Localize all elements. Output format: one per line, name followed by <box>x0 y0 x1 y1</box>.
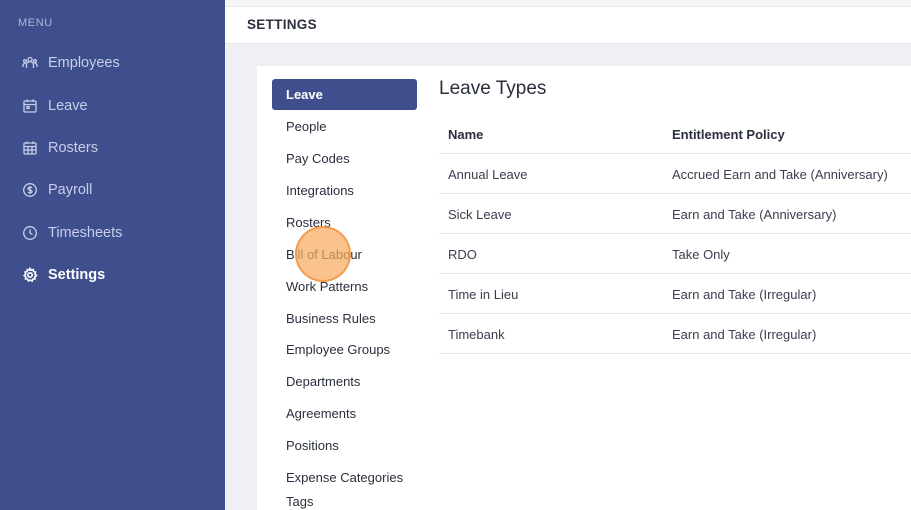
calendar-grid-icon <box>22 140 38 156</box>
leave-type-name: Sick Leave <box>448 206 512 222</box>
page-header: SETTINGS <box>225 0 911 44</box>
table-row[interactable]: Time in Lieu Earn and Take (Irregular) <box>439 274 911 314</box>
sidebar-item-rosters[interactable]: Rosters <box>0 132 225 164</box>
sidebar-item-label: Employees <box>48 55 120 71</box>
sidebar-item-label: Rosters <box>48 140 98 156</box>
settings-nav-pay-codes[interactable]: Pay Codes <box>272 143 417 174</box>
settings-nav-integrations[interactable]: Integrations <box>272 175 417 206</box>
settings-nav-positions[interactable]: Positions <box>272 430 417 461</box>
table-row[interactable]: Sick Leave Earn and Take (Anniversary) <box>439 194 911 234</box>
clock-icon <box>22 225 38 241</box>
table-row[interactable]: Timebank Earn and Take (Irregular) <box>439 314 911 354</box>
sidebar: MENU Employees Leave Rosters Payroll Tim… <box>0 0 225 510</box>
leave-type-name: Time in Lieu <box>448 286 519 302</box>
menu-label: MENU <box>18 17 53 29</box>
leave-type-name: Annual Leave <box>448 166 528 182</box>
users-icon <box>22 55 38 71</box>
page-title: SETTINGS <box>247 17 317 32</box>
leave-type-name: RDO <box>448 246 477 262</box>
table-header-row: Name Entitlement Policy <box>439 114 911 154</box>
entitlement-policy: Earn and Take (Irregular) <box>672 326 817 342</box>
table-row[interactable]: Annual Leave Accrued Earn and Take (Anni… <box>439 154 911 194</box>
settings-nav-departments[interactable]: Departments <box>272 366 417 397</box>
leave-types-table: Name Entitlement Policy Annual Leave Acc… <box>439 114 911 354</box>
sidebar-item-label: Payroll <box>48 182 93 198</box>
sidebar-item-label: Settings <box>48 267 106 283</box>
settings-nav-agreements[interactable]: Agreements <box>272 398 417 429</box>
sidebar-item-payroll[interactable]: Payroll <box>0 174 225 206</box>
settings-nav-rosters[interactable]: Rosters <box>272 207 417 238</box>
settings-nav-employee-groups[interactable]: Employee Groups <box>272 334 417 365</box>
app-root: MENU Employees Leave Rosters Payroll Tim… <box>0 0 911 510</box>
entitlement-policy: Earn and Take (Anniversary) <box>672 206 837 222</box>
settings-nav-expense-categories[interactable]: Expense Categories <box>272 462 417 493</box>
sidebar-item-label: Timesheets <box>48 225 123 241</box>
sidebar-item-label: Leave <box>48 98 88 114</box>
table-row[interactable]: RDO Take Only <box>439 234 911 274</box>
settings-nav-tags[interactable]: Tags <box>272 494 417 510</box>
section-title: Leave Types <box>439 78 547 99</box>
dollar-icon <box>22 182 38 198</box>
sidebar-item-employees[interactable]: Employees <box>0 47 225 79</box>
sidebar-item-leave[interactable]: Leave <box>0 90 225 122</box>
settings-nav-business-rules[interactable]: Business Rules <box>272 303 417 334</box>
entitlement-policy: Earn and Take (Irregular) <box>672 286 817 302</box>
column-header-entitlement-policy[interactable]: Entitlement Policy <box>672 114 785 154</box>
leave-type-name: Timebank <box>448 326 505 342</box>
settings-nav-leave[interactable]: Leave <box>272 79 417 110</box>
calendar-icon <box>22 98 38 114</box>
click-indicator <box>295 226 351 282</box>
settings-nav-work-patterns[interactable]: Work Patterns <box>272 271 417 302</box>
entitlement-policy: Accrued Earn and Take (Anniversary) <box>672 166 888 182</box>
sidebar-item-timesheets[interactable]: Timesheets <box>0 217 225 249</box>
settings-nav-people[interactable]: People <box>272 111 417 142</box>
entitlement-policy: Take Only <box>672 246 730 262</box>
column-header-name[interactable]: Name <box>448 114 483 154</box>
header-top-strip <box>225 0 911 7</box>
gear-icon <box>22 267 38 283</box>
sidebar-item-settings[interactable]: Settings <box>0 259 225 291</box>
